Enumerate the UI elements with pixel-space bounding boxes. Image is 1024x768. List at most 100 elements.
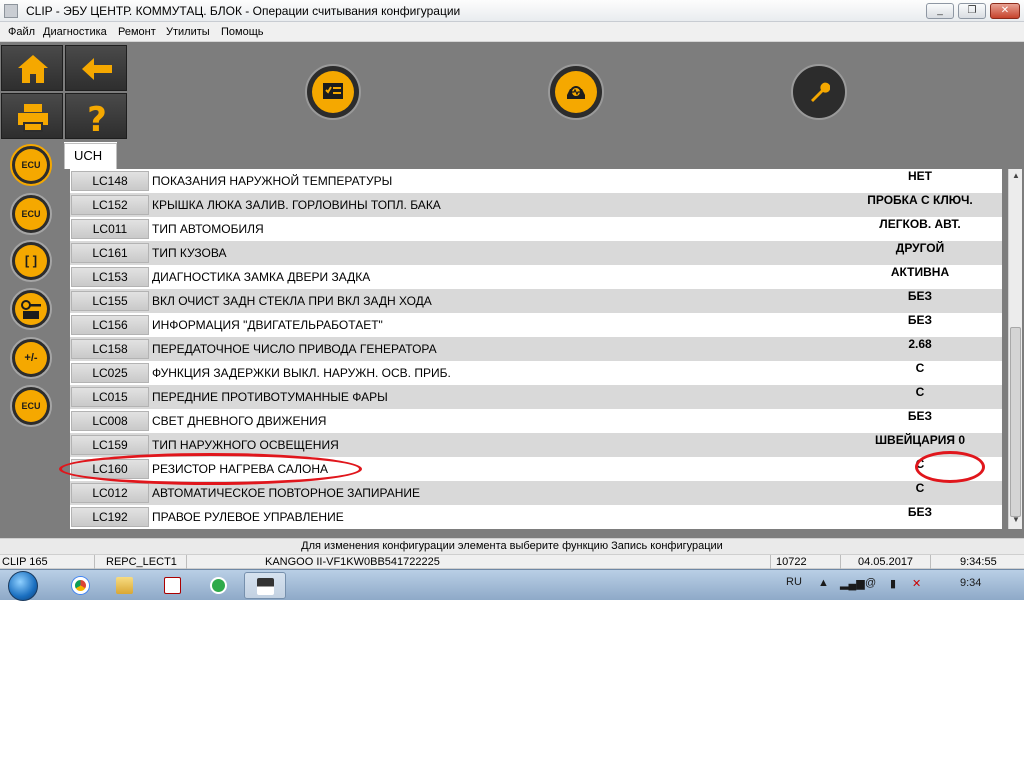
row-value: С [915,385,925,399]
sidebar-ecu-config[interactable]: ECU [10,193,52,235]
explorer-icon [116,577,133,594]
row-code-button[interactable]: LC158 [71,339,149,359]
row-description: ПЕРЕДНИЕ ПРОТИВОТУМАННЫЕ ФАРЫ [152,390,388,404]
row-code-button[interactable]: LC025 [71,363,149,383]
table-row[interactable]: LC192 ПРАВОЕ РУЛЕВОЕ УПРАВЛЕНИЕ БЕЗ [70,505,1002,529]
table-row[interactable]: LC156 ИНФОРМАЦИЯ "ДВИГАТЕЛЬРАБОТАЕТ" БЕЗ [70,313,1002,337]
sidebar-ecu-info[interactable]: ECU [10,144,52,186]
status-module: REPC_LECT1 [106,556,177,568]
row-value: НЕТ [908,169,932,183]
help-button[interactable]: ? [65,93,127,139]
sidebar-key[interactable] [10,288,52,330]
row-code-button[interactable]: LC008 [71,411,149,431]
ecu-edit-icon: ECU [21,209,41,219]
taskbar-green-app[interactable] [198,572,240,599]
row-description: ИНФОРМАЦИЯ "ДВИГАТЕЛЬРАБОТАЕТ" [152,318,383,332]
table-row[interactable]: LC148 ПОКАЗАНИЯ НАРУЖНОЙ ТЕМПЕРАТУРЫ НЕТ [70,169,1002,193]
highlight-row-ellipse [59,453,362,485]
table-row[interactable]: LC025 ФУНКЦИЯ ЗАДЕРЖКИ ВЫКЛ. НАРУЖН. ОСВ.… [70,361,1002,385]
row-description: ТИП КУЗОВА [152,246,227,260]
highlight-value-ellipse [915,451,985,483]
row-code-button[interactable]: LC153 [71,267,149,287]
row-code-button[interactable]: LC159 [71,435,149,455]
app-icon [4,4,18,18]
maximize-button[interactable]: ❐ [958,3,986,19]
sidebar-bracket[interactable]: [ ] [10,240,52,282]
back-button[interactable] [65,45,127,91]
status-clip: CLIP 165 [2,556,48,568]
table-row[interactable]: LC008 СВЕТ ДНЕВНОГО ДВИЖЕНИЯ БЕЗ [70,409,1002,433]
chrome-icon [72,577,89,594]
table-row[interactable]: LC161 ТИП КУЗОВА ДРУГОЙ [70,241,1002,265]
menu-file[interactable]: Файл [8,26,35,38]
menu-help[interactable]: Помощь [221,26,264,38]
taskbar-clock[interactable]: 9:34 [960,577,981,589]
taskbar: RU ▲ ▂▄▆ @ ▮ ✕ 9:34 [0,569,1024,601]
row-value: С [915,481,925,495]
row-code-button[interactable]: LC161 [71,243,149,263]
row-description: ПРАВОЕ РУЛЕВОЕ УПРАВЛЕНИЕ [152,510,344,524]
table-row[interactable]: LC158 ПЕРЕДАТОЧНОЕ ЧИСЛО ПРИВОДА ГЕНЕРАТО… [70,337,1002,361]
row-description: АВТОМАТИЧЕСКОЕ ПОВТОРНОЕ ЗАПИРАНИЕ [152,486,421,500]
tray-expand-icon[interactable]: ▲ [818,577,829,589]
home-button[interactable] [1,45,63,91]
sidebar-plus-minus[interactable]: +/- [10,337,52,379]
signal-icon[interactable]: ▂▄▆ [840,577,865,590]
tab-strip [117,142,1024,169]
title-bar: CLIP - ЭБУ ЦЕНТР. КОММУТАЦ. БЛОК - Опера… [0,0,1024,22]
taskbar-explorer[interactable] [104,572,146,599]
scrollbar[interactable]: ▲ ▼ [1008,169,1022,529]
table-row[interactable]: LC011 ТИП АВТОМОБИЛЯ ЛЕГКОВ. АВТ. [70,217,1002,241]
scroll-down-icon[interactable]: ▼ [1011,515,1021,525]
scroll-thumb[interactable] [1010,327,1021,517]
row-code-button[interactable]: LC192 [71,507,149,527]
ecu-tool-icon: ECU [21,401,41,411]
table-row[interactable]: LC153 ДИАГНОСТИКА ЗАМКА ДВЕРИ ЗАДКА АКТИВН… [70,265,1002,289]
tab-uch[interactable]: UCH [64,143,117,169]
close-button[interactable]: ✕ [990,3,1020,19]
row-code-button[interactable]: LC155 [71,291,149,311]
status-time: 9:34:55 [960,556,997,568]
wrench-button[interactable] [791,64,847,120]
taskbar-clip[interactable] [244,572,286,599]
row-description: ТИП АВТОМОБИЛЯ [152,222,264,236]
row-code-button[interactable]: LC012 [71,483,149,503]
network-icon[interactable]: ✕ [912,577,921,590]
row-code-button[interactable]: LC148 [71,171,149,191]
menu-repair[interactable]: Ремонт [118,26,156,38]
scroll-up-icon[interactable]: ▲ [1011,171,1021,181]
at-icon[interactable]: @ [865,577,876,589]
table-row[interactable]: LC015 ПЕРЕДНИЕ ПРОТИВОТУМАННЫЕ ФАРЫ С [70,385,1002,409]
sidebar-ecu-tool[interactable]: ECU [10,385,52,427]
start-button[interactable] [8,571,38,601]
row-value: БЕЗ [907,505,933,519]
minimize-button[interactable]: _ [926,3,954,19]
menu-bar: Файл Диагностика Ремонт Утилиты Помощь [0,22,1024,42]
row-code-button[interactable]: LC011 [71,219,149,239]
toolbar: ? [0,42,1024,142]
language-indicator[interactable]: RU [786,576,802,588]
row-description: ВКЛ ОЧИСТ ЗАДН СТЕКЛА ПРИ ВКЛ ЗАДН ХОДА [152,294,432,308]
menu-diagnostics[interactable]: Диагностика [43,26,107,38]
taskbar-acrobat[interactable] [152,572,194,599]
checklist-button[interactable] [305,64,361,120]
row-value: 2.68 [908,337,932,351]
menu-utilities[interactable]: Утилиты [166,26,210,38]
row-code-button[interactable]: LC152 [71,195,149,215]
greenapp-icon [210,577,227,594]
row-description: ПОКАЗАНИЯ НАРУЖНОЙ ТЕМПЕРАТУРЫ [152,174,393,188]
print-button[interactable] [1,93,63,139]
taskbar-chrome[interactable] [60,572,102,599]
row-value: ЛЕГКОВ. АВТ. [879,217,961,231]
vehicle-diagnostic-icon [567,86,585,99]
vehicle-diagnostic-button[interactable] [548,64,604,120]
row-description: КРЫШКА ЛЮКА ЗАЛИВ. ГОРЛОВИНЫ ТОПЛ. БАКА [152,198,441,212]
table-row[interactable]: LC152 КРЫШКА ЛЮКА ЗАЛИВ. ГОРЛОВИНЫ ТОПЛ. … [70,193,1002,217]
row-value: ПРОБКА С КЛЮЧ. [867,193,973,207]
battery-icon[interactable]: ▮ [890,577,896,590]
row-code-button[interactable]: LC015 [71,387,149,407]
left-sidebar: ECU ECU [ ] +/- ECU [0,142,64,540]
row-value: С [915,361,925,375]
table-row[interactable]: LC155 ВКЛ ОЧИСТ ЗАДН СТЕКЛА ПРИ ВКЛ ЗАДН … [70,289,1002,313]
row-code-button[interactable]: LC156 [71,315,149,335]
